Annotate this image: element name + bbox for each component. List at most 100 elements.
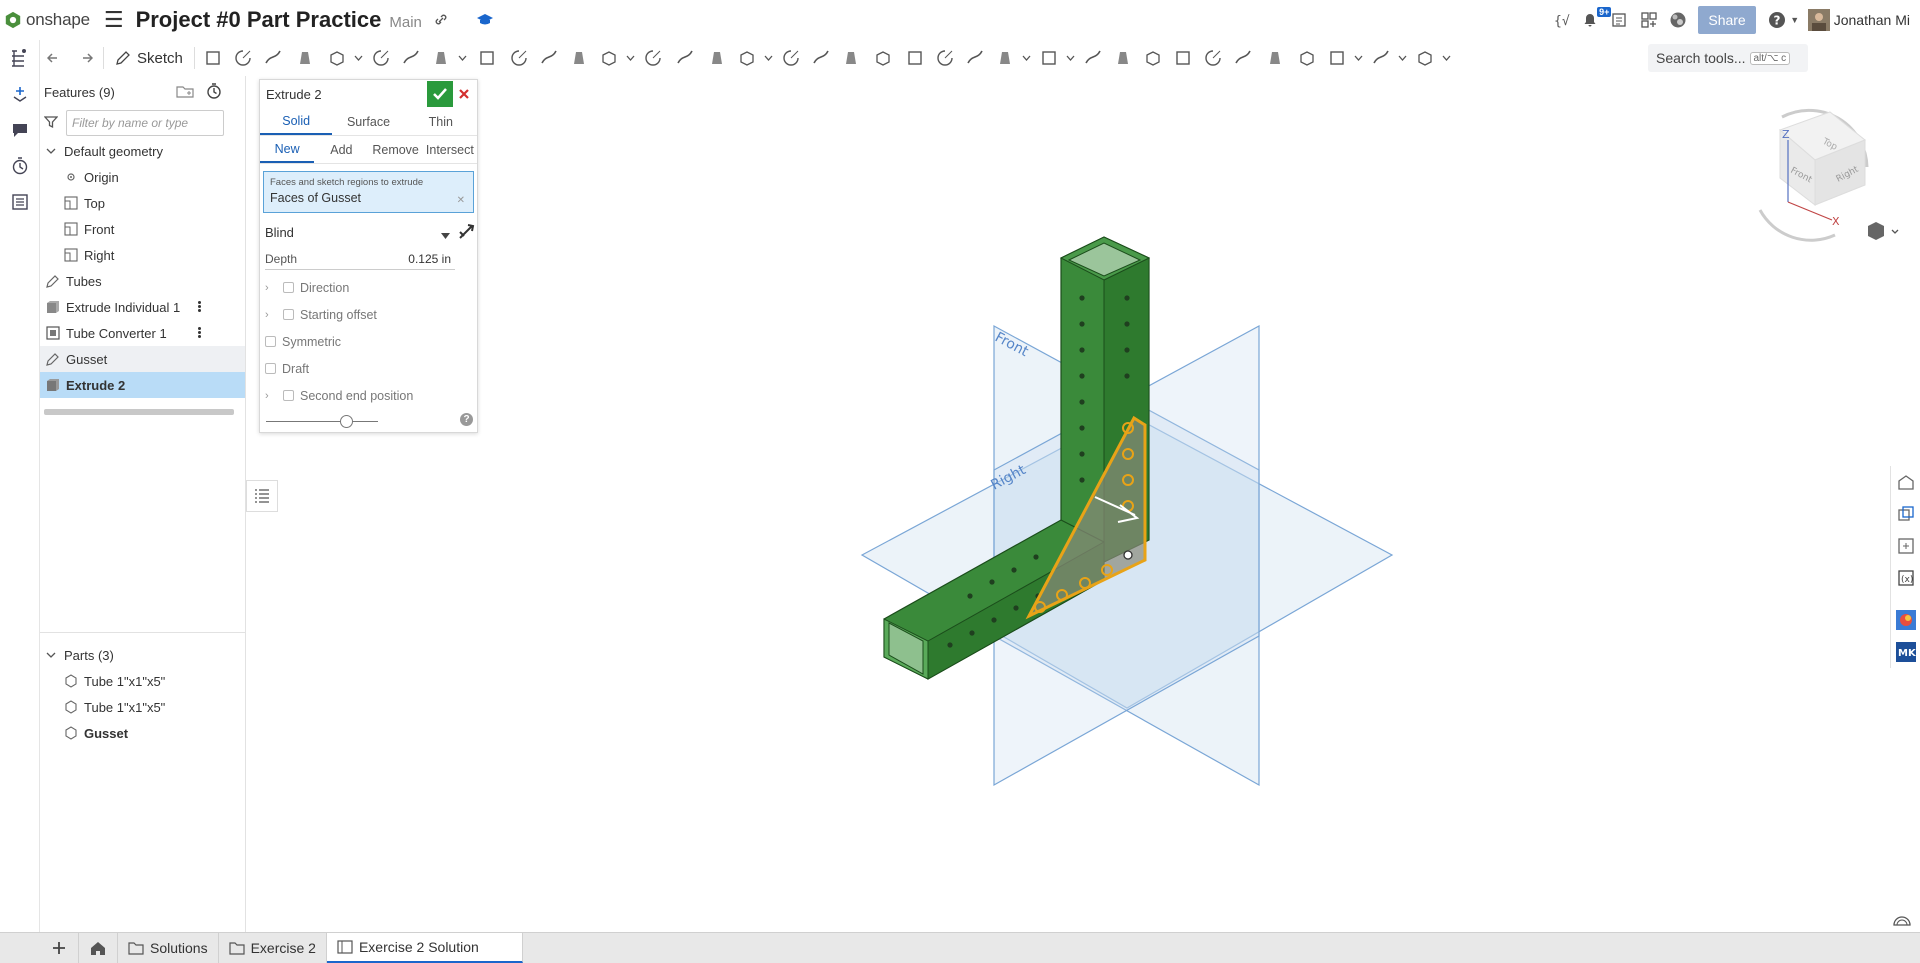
tree-item-top[interactable]: Top [40, 190, 245, 216]
dialog-help-icon[interactable]: ? [460, 413, 473, 426]
dropdown-caret-icon[interactable] [441, 227, 450, 242]
hole-icon[interactable] [534, 44, 564, 72]
tree-item-right[interactable]: Right [40, 242, 245, 268]
loft-icon[interactable] [288, 44, 322, 72]
part-item[interactable]: Gusset [40, 720, 246, 746]
tab-solutions[interactable]: Solutions [118, 933, 219, 963]
tree-item-extrude-2[interactable]: Extrude 2 [40, 372, 245, 398]
op-add[interactable]: Add [314, 136, 368, 163]
modify-fillet-icon[interactable] [806, 44, 836, 72]
search-tools-input[interactable]: Search tools... alt/⌥ c [1648, 44, 1808, 72]
fillet-icon[interactable] [366, 44, 396, 72]
accept-check-icon[interactable] [427, 81, 453, 107]
sheet-metal-icon[interactable] [1168, 44, 1198, 72]
move-face-icon[interactable] [866, 44, 900, 72]
insert-part-icon[interactable] [0, 76, 40, 112]
depth-value[interactable]: 0.125 in [408, 252, 451, 266]
tree-item-tubes[interactable]: Tubes [40, 268, 245, 294]
chevron-down-icon[interactable] [44, 144, 58, 158]
direction-option[interactable]: › Direction [260, 274, 477, 301]
clear-selection-icon[interactable]: ✕ [457, 195, 465, 206]
help-icon[interactable]: ? [1766, 11, 1788, 29]
tab-exercise-2-solution[interactable]: Exercise 2 Solution [326, 933, 523, 963]
home-tab-icon[interactable] [79, 933, 118, 963]
add-tab-icon[interactable] [40, 933, 79, 963]
custom-table-icon[interactable]: (x) [1891, 562, 1920, 594]
corner-icon[interactable] [1258, 44, 1292, 72]
revolve-icon[interactable] [228, 44, 258, 72]
mk-app-icon[interactable]: MK [1891, 636, 1920, 668]
parts-header[interactable]: Parts (3) [40, 642, 246, 668]
branch-name[interactable]: Main [389, 14, 422, 31]
tab-icon[interactable] [1228, 44, 1258, 72]
shell-icon[interactable] [504, 44, 534, 72]
rollback-bar[interactable] [44, 409, 234, 415]
mate-connector-icon[interactable] [1891, 498, 1920, 530]
draft-checkbox[interactable] [265, 363, 276, 374]
configurations-icon[interactable] [1891, 530, 1920, 562]
user-avatar[interactable] [1807, 9, 1830, 31]
tree-item-front[interactable]: Front [40, 216, 245, 242]
tree-item-gusset[interactable]: Gusset [40, 346, 245, 372]
user-name[interactable]: Jonathan Mi [1834, 12, 1910, 28]
part-item[interactable]: Tube 1"x1"x5" [40, 694, 246, 720]
second-end-option[interactable]: › Second end position [260, 382, 477, 409]
replace-face-icon[interactable] [900, 44, 930, 72]
delete-part-icon[interactable] [776, 44, 806, 72]
cancel-close-icon[interactable] [455, 84, 473, 104]
slider-handle[interactable] [340, 415, 353, 428]
tab-surface[interactable]: Surface [332, 108, 404, 135]
pattern-icon[interactable] [594, 44, 624, 72]
op-remove[interactable]: Remove [369, 136, 423, 163]
tree-item-extrude-individual[interactable]: Extrude Individual 1 [40, 294, 245, 320]
dropdown-icon[interactable] [352, 44, 366, 72]
feature-list-icon[interactable] [0, 40, 40, 76]
custom-feature-kebab-icon[interactable] [198, 326, 202, 340]
add-folder-icon[interactable] [176, 84, 194, 101]
direction-checkbox[interactable] [283, 282, 294, 293]
feature-list-toggle-icon[interactable] [246, 480, 278, 512]
versions-history-icon[interactable] [0, 148, 40, 184]
tab-solid[interactable]: Solid [260, 108, 333, 135]
delete-face-icon[interactable] [836, 44, 866, 72]
undo-icon[interactable] [40, 44, 70, 72]
learning-center-icon[interactable] [476, 13, 494, 27]
part-item[interactable]: Tube 1"x1"x5" [40, 668, 246, 694]
starting-offset-checkbox[interactable] [283, 309, 294, 320]
dropdown-icon[interactable] [1352, 44, 1366, 72]
view-cube[interactable]: Top Front Right Z X [1758, 108, 1869, 242]
tree-default-geometry[interactable]: Default geometry [40, 138, 245, 164]
boolean-icon[interactable] [668, 44, 702, 72]
rib-icon[interactable] [470, 44, 504, 72]
3d-model-view[interactable]: Front Right Top Front Right Z X [246, 76, 1920, 932]
app-store-icon[interactable] [1634, 12, 1664, 28]
help-dropdown-icon[interactable]: ▼ [1788, 15, 1802, 25]
share-button[interactable]: Share [1698, 6, 1756, 34]
draft-option[interactable]: Draft [260, 355, 477, 382]
bend-relief-icon[interactable] [1292, 44, 1322, 72]
symmetric-checkbox[interactable] [265, 336, 276, 347]
plane-icon[interactable] [960, 44, 990, 72]
variables-icon[interactable]: {√} [1548, 12, 1576, 28]
curve-icon[interactable] [1078, 44, 1108, 72]
offset-surface-icon[interactable] [930, 44, 960, 72]
graphics-viewport[interactable]: Front Right Top Front Right Z X (x) MK [246, 76, 1920, 932]
chamfer-icon[interactable] [396, 44, 426, 72]
form-icon[interactable] [1322, 44, 1352, 72]
depth-field[interactable]: Depth 0.125 in [265, 248, 455, 270]
tab-thin[interactable]: Thin [405, 108, 477, 135]
bom-icon[interactable] [0, 184, 40, 220]
document-title[interactable]: Project #0 Part Practice [136, 7, 382, 33]
function-icon[interactable] [1138, 44, 1168, 72]
second-end-checkbox[interactable] [283, 390, 294, 401]
chevron-right-icon[interactable]: › [265, 390, 275, 402]
mate-connector-icon[interactable] [1034, 44, 1064, 72]
thicken-icon[interactable] [322, 44, 352, 72]
symmetric-option[interactable]: Symmetric [260, 328, 477, 355]
comments-icon[interactable] [0, 112, 40, 148]
cylinder-icon[interactable] [564, 44, 594, 72]
rebuild-timer-icon[interactable] [206, 83, 222, 102]
op-new[interactable]: New [260, 136, 315, 163]
flange-icon[interactable] [1198, 44, 1228, 72]
hamburger-menu-icon[interactable]: ☰ [104, 7, 124, 33]
